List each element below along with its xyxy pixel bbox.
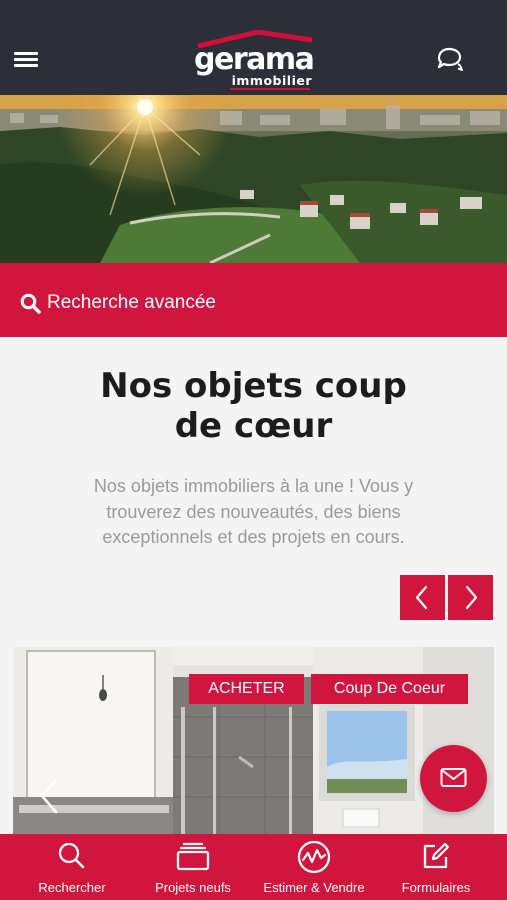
carousel-prev-button[interactable]: [400, 575, 445, 620]
hamburger-menu-icon[interactable]: [14, 50, 38, 68]
logo-word: gerama: [194, 42, 315, 77]
search-icon: [20, 293, 41, 314]
stack-icon: [176, 842, 210, 871]
carousel-next-button[interactable]: [448, 575, 493, 620]
nav-estimate-sell-label: Estimer & Vendre: [263, 880, 365, 895]
search-icon: [58, 842, 85, 869]
chat-bubbles-icon[interactable]: [434, 46, 464, 72]
section-title-line2: de cœur: [174, 406, 333, 446]
nav-new-projects[interactable]: Projets neufs: [143, 834, 243, 900]
nav-forms-label: Formulaires: [401, 880, 471, 895]
section-title: Nos objets coup de cœur: [0, 366, 507, 446]
badge-favorite: Coup De Coeur: [311, 674, 468, 704]
logo-underline: [230, 88, 310, 90]
section-description: Nos objets immobiliers à la une ! Vous y…: [93, 476, 414, 547]
nav-estimate-sell[interactable]: Estimer & Vendre: [254, 834, 374, 900]
chart-circle-icon: [297, 840, 331, 874]
mail-icon: [440, 768, 467, 787]
nav-search[interactable]: Rechercher: [22, 834, 122, 900]
hero-landscape: [0, 95, 507, 263]
section-title-line1: Nos objets coup: [100, 366, 407, 406]
badge-buy: ACHETER: [189, 674, 304, 704]
card-chevron-left-icon[interactable]: [36, 776, 64, 816]
logo-subtitle: immobilier: [231, 73, 312, 88]
chevron-right-icon: [465, 585, 478, 610]
app-header: gerama immobilier: [0, 0, 507, 95]
chevron-left-icon: [415, 585, 428, 610]
contact-fab-button[interactable]: [420, 745, 487, 812]
hero-image: [0, 95, 507, 263]
nav-new-projects-label: Projets neufs: [155, 880, 231, 895]
logo[interactable]: gerama immobilier: [190, 30, 320, 90]
nav-search-label: Rechercher: [38, 880, 106, 895]
advanced-search-label[interactable]: Recherche avancée: [47, 292, 216, 314]
nav-forms[interactable]: Formulaires: [386, 834, 486, 900]
edit-form-icon: [423, 842, 450, 869]
